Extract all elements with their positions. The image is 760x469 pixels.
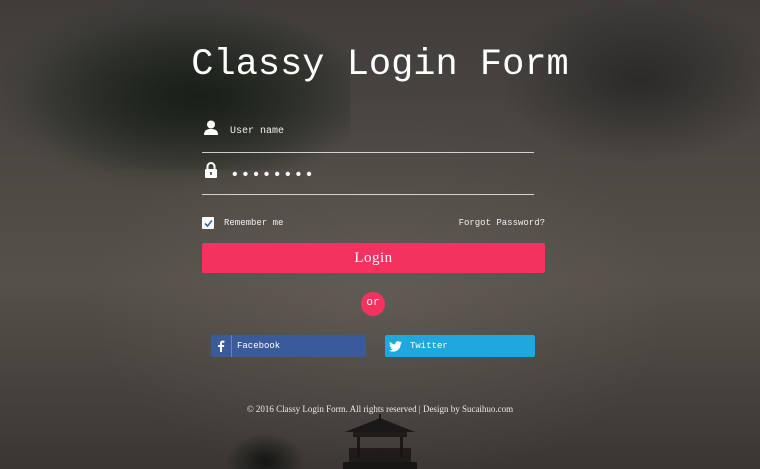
facebook-icon <box>211 335 232 357</box>
forgot-password-link[interactable]: Forgot Password? <box>459 218 545 228</box>
remember-me[interactable]: Remember me <box>202 216 283 230</box>
twitter-button[interactable]: Twitter <box>385 335 535 357</box>
facebook-button[interactable]: Facebook <box>211 335 366 357</box>
password-input[interactable] <box>228 160 532 190</box>
username-input[interactable] <box>228 116 532 146</box>
remember-label: Remember me <box>224 218 284 228</box>
facebook-label: Facebook <box>237 341 281 351</box>
check-icon <box>203 219 213 227</box>
background-tree <box>225 433 305 469</box>
user-icon <box>204 120 218 135</box>
twitter-label: Twitter <box>410 341 448 351</box>
login-button[interactable]: Login <box>202 243 545 273</box>
footer-copyright: © 2016 Classy Login Form. All rights res… <box>246 404 514 414</box>
lock-icon <box>205 162 217 178</box>
or-separator: or <box>361 292 385 316</box>
twitter-icon <box>385 335 405 357</box>
password-field <box>202 158 534 195</box>
username-field <box>202 116 534 153</box>
page-title: Classy Login Form <box>191 44 569 86</box>
remember-checkbox[interactable] <box>202 217 214 229</box>
pavilion-silhouette <box>343 414 417 469</box>
